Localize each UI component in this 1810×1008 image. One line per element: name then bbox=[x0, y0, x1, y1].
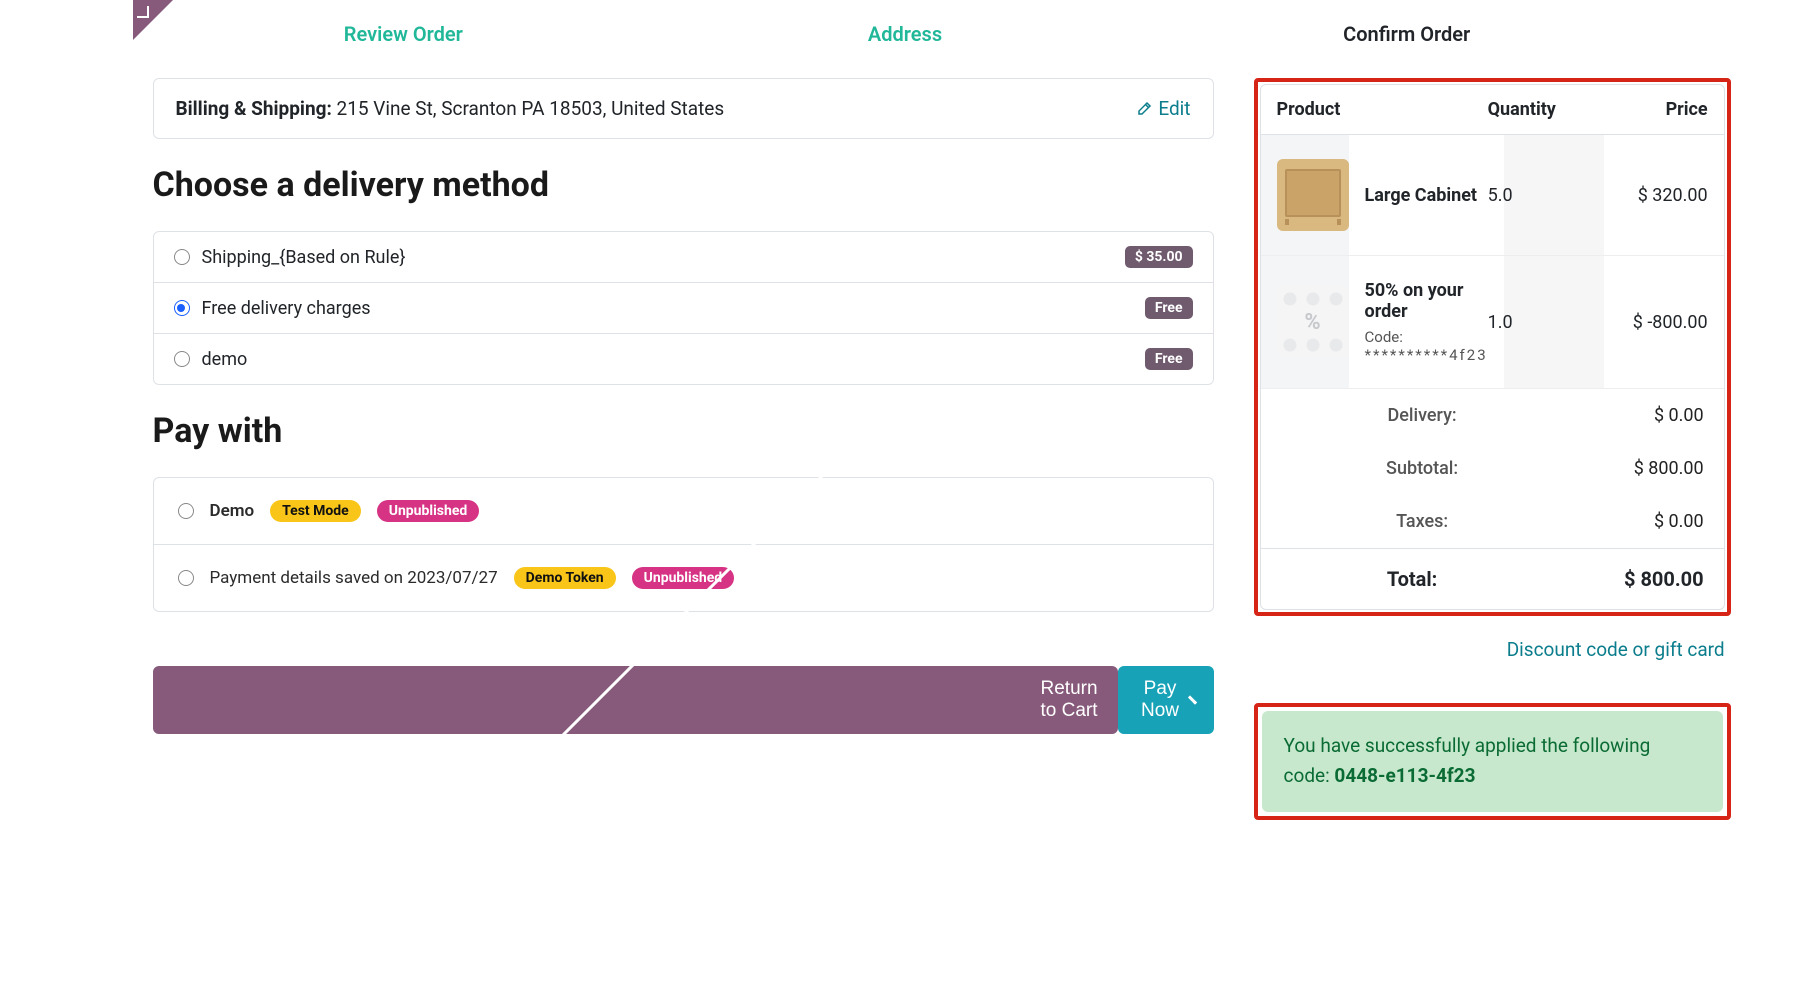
return-to-cart-button[interactable]: Return to Cart bbox=[153, 666, 1118, 734]
line-delivery-label: Delivery: bbox=[1281, 405, 1564, 426]
promo-price: $ -800.00 bbox=[1588, 312, 1708, 333]
shipping-card: Billing & Shipping: 215 Vine St, Scranto… bbox=[153, 78, 1214, 139]
delivery-option-demo[interactable]: demo Free bbox=[154, 333, 1213, 384]
pay-now-button[interactable]: Pay Now bbox=[1118, 666, 1214, 734]
radio-icon bbox=[174, 249, 190, 265]
alert-highlight: You have successfully applied the follow… bbox=[1254, 703, 1731, 820]
delivery-option-label: Shipping_{Based on Rule} bbox=[202, 247, 406, 268]
return-label: Return to Cart bbox=[1041, 678, 1098, 722]
unpublished-badge: Unpublished bbox=[377, 500, 480, 522]
col-quantity: Quantity bbox=[1488, 99, 1588, 120]
total-value: $ 800.00 bbox=[1544, 567, 1704, 591]
corner-flag-icon bbox=[133, 0, 173, 40]
line-subtotal-label: Subtotal: bbox=[1281, 458, 1564, 479]
summary-item: 50% on your order Code: **********4f23 1… bbox=[1261, 256, 1724, 389]
payment-option-label: Demo bbox=[210, 501, 255, 521]
promo-code-label: Code: bbox=[1365, 328, 1488, 346]
delivery-options: Shipping_{Based on Rule} $ 35.00 Free de… bbox=[153, 231, 1214, 385]
col-product: Product bbox=[1277, 99, 1488, 120]
payment-option-saved[interactable]: Payment details saved on 2023/07/27 Demo… bbox=[154, 544, 1213, 611]
promo-name: 50% on your order bbox=[1365, 280, 1488, 322]
summary-item: Large Cabinet 5.0 $ 320.00 bbox=[1261, 135, 1724, 256]
order-summary: Product Quantity Price Large Cabinet 5.0… bbox=[1260, 84, 1725, 610]
radio-icon bbox=[174, 351, 190, 367]
edit-address-link[interactable]: Edit bbox=[1136, 97, 1190, 120]
summary-highlight: Product Quantity Price Large Cabinet 5.0… bbox=[1254, 78, 1731, 616]
delivery-heading: Choose a delivery method bbox=[153, 165, 1214, 205]
chevron-right-icon bbox=[1187, 695, 1196, 704]
line-taxes-value: $ 0.00 bbox=[1564, 511, 1704, 532]
radio-icon bbox=[178, 570, 194, 586]
line-taxes-label: Taxes: bbox=[1281, 511, 1564, 532]
product-thumb-cabinet bbox=[1277, 159, 1349, 231]
line-delivery-value: $ 0.00 bbox=[1564, 405, 1704, 426]
product-thumb-promo bbox=[1277, 286, 1349, 358]
alert-code: 0448-e113-4f23 bbox=[1334, 764, 1475, 787]
payment-option-label: Payment details saved on 2023/07/27 bbox=[210, 568, 498, 588]
shipping-address: 215 Vine St, Scranton PA 18503, United S… bbox=[337, 97, 725, 120]
step-address[interactable]: Address bbox=[654, 10, 1156, 58]
radio-icon bbox=[178, 503, 194, 519]
delivery-option-free[interactable]: Free delivery charges Free bbox=[154, 282, 1213, 333]
price-badge: $ 35.00 bbox=[1125, 246, 1193, 268]
testmode-badge: Test Mode bbox=[270, 500, 361, 522]
delivery-option-label: demo bbox=[202, 349, 248, 370]
price-badge: Free bbox=[1145, 348, 1193, 370]
total-label: Total: bbox=[1281, 567, 1544, 591]
edit-label: Edit bbox=[1158, 97, 1190, 120]
price-badge: Free bbox=[1145, 297, 1193, 319]
promo-code: **********4f23 bbox=[1365, 346, 1488, 364]
radio-icon bbox=[174, 300, 190, 316]
product-name: Large Cabinet bbox=[1365, 185, 1488, 206]
product-qty: 5.0 bbox=[1488, 185, 1588, 206]
delivery-option-label: Free delivery charges bbox=[202, 298, 371, 319]
pay-heading: Pay with bbox=[153, 411, 1214, 451]
edit-icon bbox=[1136, 101, 1152, 117]
checkout-steps: Review Order Address Confirm Order bbox=[153, 0, 1658, 78]
step-review[interactable]: Review Order bbox=[153, 10, 655, 58]
payment-option-demo[interactable]: Demo Test Mode Unpublished bbox=[154, 478, 1213, 544]
product-price: $ 320.00 bbox=[1588, 185, 1708, 206]
step-confirm[interactable]: Confirm Order bbox=[1156, 10, 1658, 58]
payment-options: Demo Test Mode Unpublished Payment detai… bbox=[153, 477, 1214, 612]
delivery-option-rule[interactable]: Shipping_{Based on Rule} $ 35.00 bbox=[154, 232, 1213, 282]
shipping-label: Billing & Shipping: bbox=[176, 97, 332, 120]
demotoken-badge: Demo Token bbox=[514, 567, 616, 589]
line-subtotal-value: $ 800.00 bbox=[1564, 458, 1704, 479]
promo-qty: 1.0 bbox=[1488, 312, 1588, 333]
discount-code-link[interactable]: Discount code or gift card bbox=[1254, 638, 1725, 661]
col-price: Price bbox=[1588, 99, 1708, 120]
paynow-label: Pay Now bbox=[1138, 678, 1183, 722]
success-alert: You have successfully applied the follow… bbox=[1262, 711, 1723, 812]
